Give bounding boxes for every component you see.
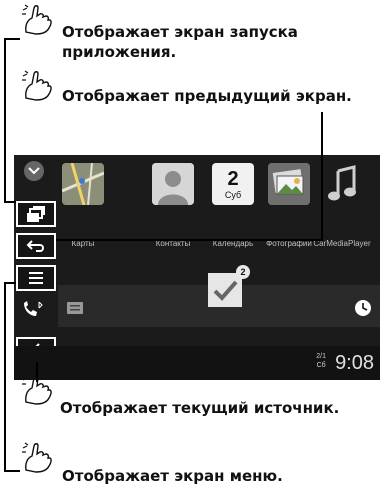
stacked-windows-icon	[27, 206, 45, 222]
checkmark-icon	[213, 280, 238, 301]
widget-dock: 2	[58, 265, 380, 327]
callout-line	[321, 112, 323, 241]
hand-pointer-icon	[22, 4, 52, 35]
back-arrow-icon	[26, 240, 44, 252]
app-launcher-button[interactable]	[16, 201, 56, 227]
contacts-icon	[152, 163, 194, 205]
app-contacts[interactable]	[152, 163, 194, 205]
callout-line	[4, 470, 20, 472]
callout-line	[56, 239, 323, 241]
head-unit-screen: 2 Суб Карты Контакты Календарь Фотографи…	[14, 155, 380, 380]
date-top: 2/1	[316, 353, 326, 360]
tasks-widget[interactable]: 2	[208, 265, 250, 307]
status-time: 9:08	[335, 352, 374, 374]
app-maps[interactable]	[62, 163, 104, 205]
app-calendar[interactable]: 2 Суб	[212, 163, 254, 205]
chevron-down-icon	[28, 167, 40, 175]
callout-line	[4, 38, 6, 203]
notification-badge: 2	[236, 265, 250, 279]
calendar-day: 2	[227, 168, 239, 190]
app-photos[interactable]	[268, 163, 310, 205]
calendar-weekday: Суб	[224, 190, 242, 200]
music-icon	[328, 165, 356, 201]
clock-icon	[355, 300, 371, 316]
date-bottom: Сб	[316, 362, 326, 369]
menu-button[interactable]	[16, 265, 56, 291]
phone-bluetooth-button[interactable]	[22, 301, 44, 321]
annotation-launch: Отображает экран запуска приложения.	[62, 23, 298, 61]
annotation-current-source: Отображает текущий источник.	[60, 399, 340, 417]
status-date: 2/1 Сб	[316, 352, 326, 370]
annotation-previous: Отображает предыдущий экран.	[62, 87, 352, 105]
callout-line	[4, 282, 6, 472]
callout-line	[4, 38, 20, 40]
hand-pointer-icon	[22, 442, 52, 473]
callout-line	[4, 201, 16, 203]
hand-pointer-icon	[22, 70, 52, 101]
annotation-menu: Отображает экран меню.	[62, 467, 283, 485]
message-icon	[67, 302, 83, 314]
collapse-button[interactable]	[24, 161, 44, 181]
map-icon	[62, 163, 104, 205]
callout-line	[36, 362, 38, 382]
menu-lines-icon	[29, 272, 43, 284]
phone-icon	[24, 301, 43, 316]
app-carmediaplayer[interactable]	[324, 163, 366, 205]
status-bar: 2/1 Сб 9:08	[14, 346, 380, 380]
photos-icon	[268, 163, 310, 205]
